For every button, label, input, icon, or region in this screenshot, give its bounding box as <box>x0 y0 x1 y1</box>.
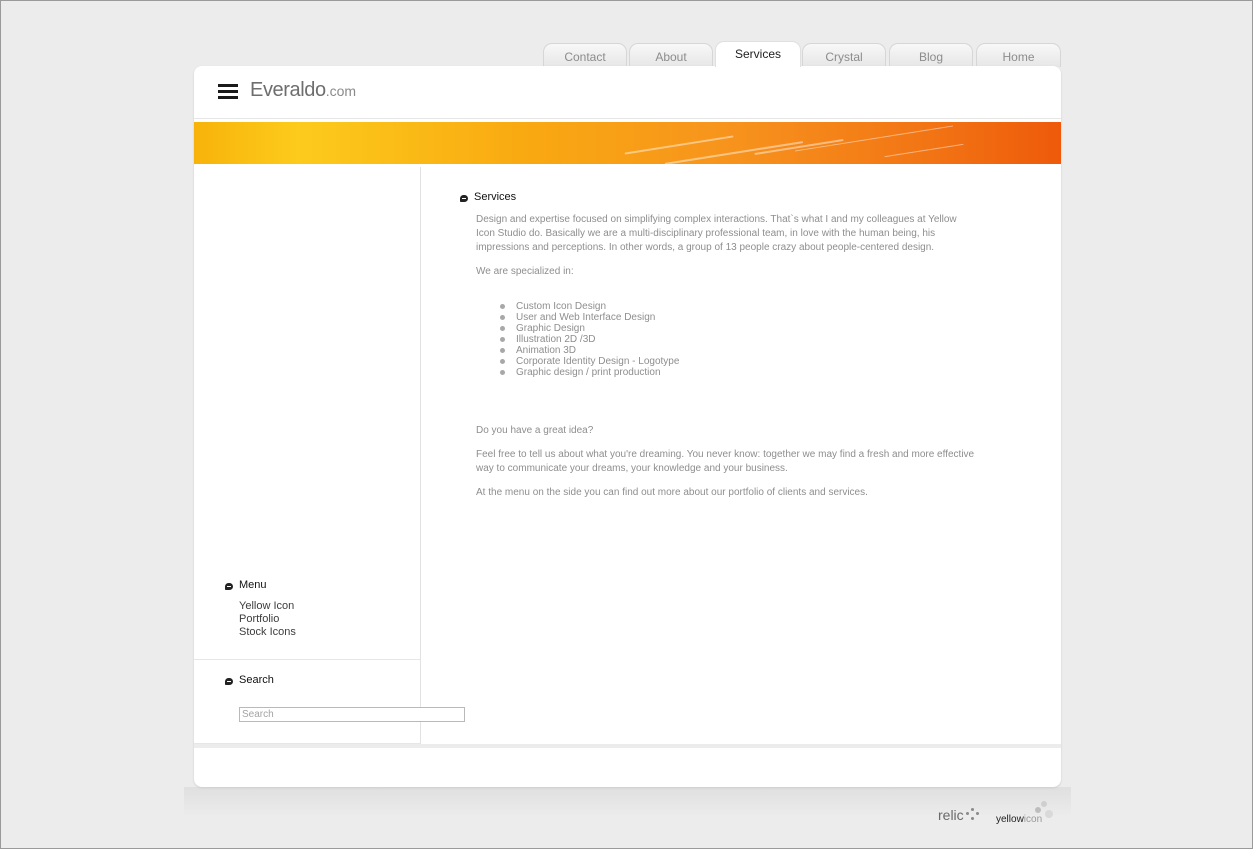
tab-crystal[interactable]: Crystal <box>802 43 886 67</box>
sidebar: Menu Yellow Icon Portfolio Stock Icons S… <box>194 167 465 746</box>
sidebar-divider <box>194 659 420 660</box>
tab-about[interactable]: About <box>629 43 713 67</box>
specialized-label: We are specialized in: <box>476 266 574 277</box>
logo-suffix: .com <box>325 83 357 99</box>
sidebar-menu: Yellow Icon Portfolio Stock Icons <box>239 600 296 639</box>
speech-bubble-icon <box>460 194 468 202</box>
idea-question: Do you have a great idea? <box>476 425 594 436</box>
relic-logo-text: relic <box>938 807 964 823</box>
idea-text: Feel free to tell us about what you're d… <box>476 449 975 474</box>
tab-home[interactable]: Home <box>976 43 1061 67</box>
list-item: Animation 3D <box>500 345 976 356</box>
site-header: Everaldo.com <box>194 66 1061 119</box>
site-logo[interactable]: Everaldo.com <box>250 79 356 102</box>
yellowicon-logo-text: yellow <box>996 814 1024 825</box>
search-input[interactable] <box>239 707 465 722</box>
yellowicon-logo-suffix: icon <box>1023 814 1043 825</box>
menu-title: Menu <box>239 579 267 591</box>
list-item: User and Web Interface Design <box>500 312 976 323</box>
hamburger-icon <box>218 84 238 100</box>
services-list: Custom Icon Design User and Web Interfac… <box>476 301 976 378</box>
sidebar-item-portfolio[interactable]: Portfolio <box>239 613 296 626</box>
intro-text: Design and expertise focused on simplify… <box>476 214 957 253</box>
list-item: Graphic design / print production <box>500 367 976 378</box>
page-frame: Everaldo.com Menu Yellow Icon Portfolio … <box>194 66 1061 787</box>
search-heading: Search <box>225 674 274 686</box>
menu-heading: Menu <box>225 579 267 591</box>
relic-logo[interactable]: relic <box>938 807 964 823</box>
tab-services[interactable]: Services <box>715 41 801 67</box>
list-item: Graphic Design <box>500 323 976 334</box>
logo-main: Everaldo <box>250 79 326 101</box>
speech-bubble-icon <box>225 677 233 685</box>
main-content: Design and expertise focused on simplify… <box>476 213 976 510</box>
services-heading: Services <box>460 191 516 203</box>
sidebar-item-yellow-icon[interactable]: Yellow Icon <box>239 600 296 613</box>
search-title: Search <box>239 674 274 686</box>
speech-bubble-icon <box>225 582 233 590</box>
menu-note: At the menu on the side you can find out… <box>476 487 868 498</box>
sidebar-item-stock-icons[interactable]: Stock Icons <box>239 626 296 639</box>
page-title: Services <box>474 191 517 203</box>
list-item: Custom Icon Design <box>500 301 976 312</box>
tab-contact[interactable]: Contact <box>543 43 627 67</box>
list-item: Corporate Identity Design - Logotype <box>500 356 976 367</box>
tab-blog[interactable]: Blog <box>889 43 973 67</box>
header-banner <box>194 122 1061 164</box>
list-item: Illustration 2D /3D <box>500 334 976 345</box>
yellowicon-logo[interactable]: yellowicon <box>996 814 1042 825</box>
footer-divider <box>194 744 1061 748</box>
